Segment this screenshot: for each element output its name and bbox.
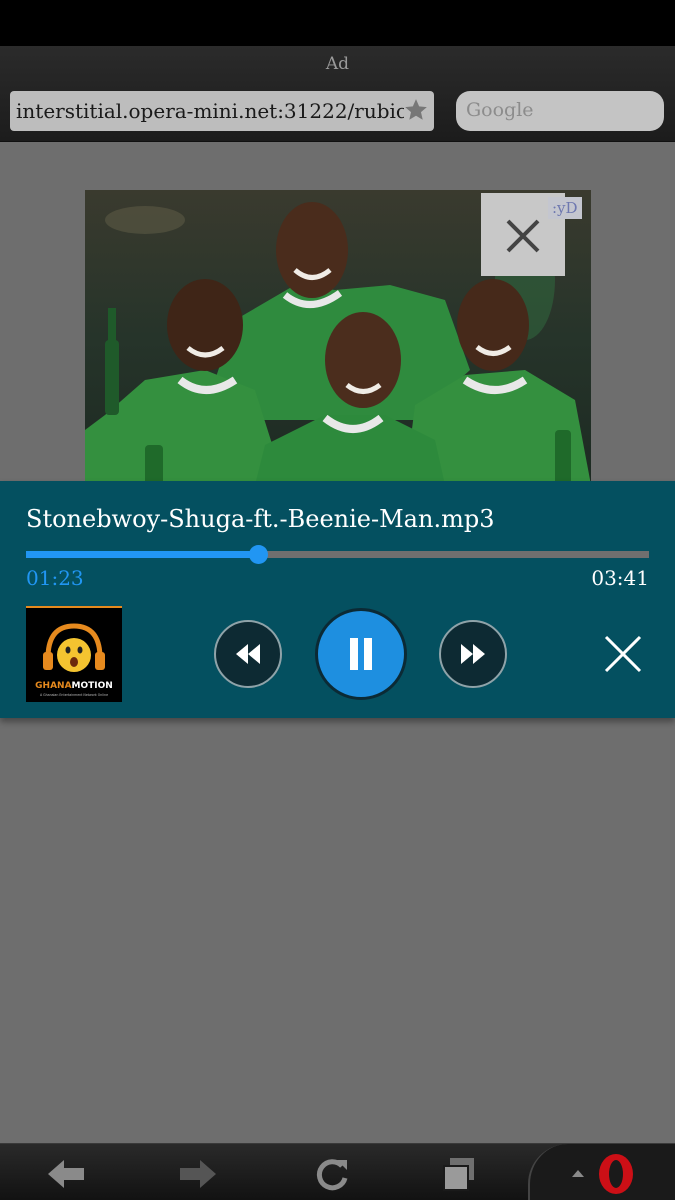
fast-forward-icon (461, 644, 485, 664)
close-player-button[interactable] (600, 631, 646, 677)
svg-text:GHANAMOTION: GHANAMOTION (35, 681, 113, 691)
ad-choices-tag[interactable]: :yD (548, 197, 582, 219)
bookmark-star-icon[interactable] (403, 97, 429, 123)
back-arrow-icon (48, 1160, 84, 1188)
pause-button[interactable] (315, 608, 407, 700)
search-input[interactable]: Google (456, 91, 664, 131)
status-bar (0, 0, 675, 46)
close-icon (604, 635, 642, 673)
reload-button[interactable] (310, 1154, 354, 1194)
logo-text-motion: MOTION (72, 681, 113, 691)
ghanamotion-logo: GHANAMOTION A Ghanaian Entertainment Net… (26, 608, 122, 702)
rewind-icon (236, 644, 260, 664)
url-text: interstitial.opera-mini.net:31222/rubico… (16, 99, 404, 123)
rewind-button[interactable] (214, 620, 282, 688)
track-title: Stonebwoy-Shuga-ft.-Beenie-Man.mp3 (26, 505, 495, 533)
tabs-icon (443, 1158, 474, 1191)
fast-forward-button[interactable] (439, 620, 507, 688)
reload-icon (316, 1159, 348, 1191)
bottom-navigation (0, 1143, 675, 1200)
pause-icon (350, 638, 372, 670)
album-art: GHANAMOTION A Ghanaian Entertainment Net… (26, 606, 122, 702)
forward-button[interactable] (176, 1154, 220, 1194)
elapsed-time: 01:23 (26, 566, 84, 590)
logo-text-ghana: GHANA (35, 681, 71, 691)
seek-bar-progress (26, 551, 259, 558)
ad-label: Ad (325, 54, 350, 74)
total-time: 03:41 (591, 566, 649, 590)
seek-bar-thumb[interactable] (249, 545, 268, 564)
browser-toolbar: Ad interstitial.opera-mini.net:31222/rub… (0, 46, 675, 142)
tabs-button[interactable] (438, 1154, 482, 1194)
forward-arrow-icon (180, 1160, 216, 1188)
search-placeholder: Google (466, 99, 534, 121)
opera-menu-button[interactable] (528, 1144, 675, 1200)
back-button[interactable] (44, 1154, 88, 1194)
media-player: Stonebwoy-Shuga-ft.-Beenie-Man.mp3 01:23… (0, 481, 675, 718)
address-bar[interactable]: interstitial.opera-mini.net:31222/rubico… (10, 91, 434, 131)
opera-menu-icon (572, 1154, 633, 1194)
seek-bar[interactable] (26, 545, 649, 564)
logo-subtext: A Ghanaian Entertainment Network Online (40, 693, 108, 697)
